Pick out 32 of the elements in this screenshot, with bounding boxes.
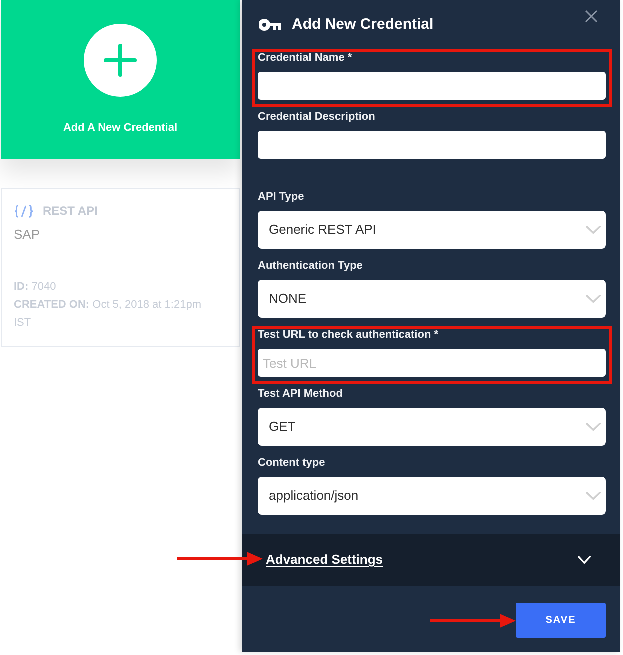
plus-icon (84, 24, 157, 97)
credential-name: SAP (14, 227, 42, 243)
chevron-down-icon (586, 295, 601, 303)
dropdown[interactable]: GET (258, 408, 606, 446)
close-button[interactable] (585, 10, 598, 23)
input-field[interactable]: Test URL (258, 349, 606, 377)
chevron-down-icon (586, 226, 601, 234)
save-button[interactable]: SAVE (516, 603, 606, 638)
credential-id: ID: 7040 (14, 280, 56, 295)
card-label: Add A New Credential (63, 121, 178, 135)
chevron-down-icon (578, 556, 591, 564)
input-field[interactable] (258, 131, 606, 159)
dropdown[interactable]: Generic REST API (258, 211, 606, 249)
field-label: Credential Description (258, 111, 376, 123)
dropdown[interactable]: application/json (258, 477, 606, 515)
created-on-text: CREATED ON: Oct 5, 2018 at 1:21pm IST (14, 298, 202, 331)
field-label: Test API Method (258, 388, 344, 400)
field-label: Test URL to check authentication * (258, 329, 440, 341)
dropdown[interactable]: NONE (258, 280, 606, 318)
credential-type: REST API (43, 203, 98, 220)
field-label: Authentication Type (258, 260, 364, 272)
chevron-down-icon (586, 492, 601, 500)
field-label: API Type (258, 191, 306, 203)
key-icon (259, 19, 281, 31)
code-brackets-icon (14, 204, 34, 218)
chevron-down-icon (586, 423, 601, 431)
advanced-settings-bar[interactable]: Advanced Settings (242, 534, 620, 586)
field-label: Content type (258, 457, 326, 469)
field-label: Credential Name * (258, 52, 354, 64)
dialog-title: Add New Credential (292, 14, 434, 35)
close-icon (585, 10, 598, 23)
input-field[interactable] (258, 72, 606, 100)
